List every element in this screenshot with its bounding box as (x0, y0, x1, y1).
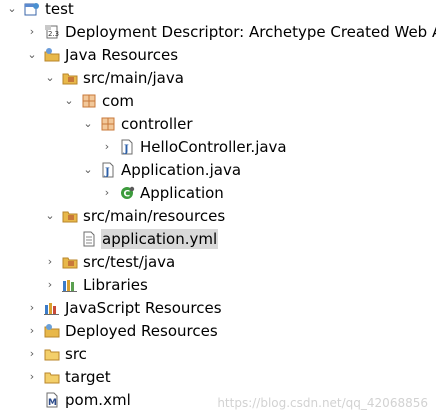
javascript-resources-icon (44, 300, 60, 316)
java-file-icon: J (100, 162, 116, 178)
tree-item-test[interactable]: ⌄ test (0, 0, 436, 20)
libraries-icon (62, 277, 78, 293)
chevron-right-icon[interactable]: › (26, 296, 38, 319)
tree-item-src[interactable]: › src (0, 342, 436, 365)
project-explorer-tree: ⌄ test › 2.3 Deployment Descriptor: Arch… (0, 0, 436, 418)
tree-item-label: pom.xml (65, 390, 131, 409)
tree-item-application-java[interactable]: ⌄ J Application.java (0, 158, 436, 181)
java-file-icon: J (119, 139, 135, 155)
chevron-down-icon[interactable]: ⌄ (82, 112, 94, 135)
source-folder-icon (62, 254, 78, 270)
chevron-right-icon[interactable]: › (26, 20, 38, 43)
folder-icon (44, 346, 60, 362)
tree-item-src-main-java[interactable]: ⌄ src/main/java (0, 66, 436, 89)
svg-text:C: C (124, 189, 131, 199)
chevron-down-icon[interactable]: ⌄ (44, 204, 56, 227)
deployment-descriptor-icon: 2.3 (44, 24, 60, 40)
tree-item-src-test-java[interactable]: › src/test/java (0, 250, 436, 273)
tree-item-java-resources[interactable]: ⌄ Java Resources (0, 43, 436, 66)
chevron-down-icon[interactable]: ⌄ (44, 66, 56, 89)
tree-item-deployed-resources[interactable]: › Deployed Resources (0, 319, 436, 342)
tree-item-label: Application.java (121, 160, 242, 179)
chevron-right-icon[interactable]: › (101, 135, 113, 158)
tree-item-libraries[interactable]: › Libraries (0, 273, 436, 296)
chevron-down-icon[interactable]: ⌄ (82, 158, 94, 181)
chevron-right-icon[interactable]: › (26, 342, 38, 365)
tree-item-label: src/test/java (83, 252, 176, 271)
tree-item-label: Deployed Resources (65, 321, 218, 340)
tree-item-label: Deployment Descriptor: Archetype Created… (65, 22, 436, 41)
package-icon (81, 93, 97, 109)
watermark: https://blog.csdn.net/qq_42068856 (217, 396, 428, 410)
folder-icon (44, 369, 60, 385)
svg-text:J: J (123, 144, 129, 155)
chevron-right-icon[interactable]: › (26, 319, 38, 342)
tree-item-label: Libraries (83, 275, 148, 294)
tree-item-hellocontroller-java[interactable]: › J HelloController.java (0, 135, 436, 158)
tree-item-label: Java Resources (65, 45, 179, 64)
class-icon: C (119, 185, 135, 201)
tree-item-controller[interactable]: ⌄ controller (0, 112, 436, 135)
tree-item-deployment-descriptor[interactable]: › 2.3 Deployment Descriptor: Archetype C… (0, 20, 436, 43)
chevron-right-icon[interactable]: › (26, 365, 38, 388)
source-folder-icon (62, 70, 78, 86)
maven-pom-icon: M (44, 392, 60, 408)
tree-item-label: application.yml (101, 228, 219, 249)
tree-item-application-class[interactable]: › C Application (0, 181, 436, 204)
tree-item-application-yml[interactable]: application.yml (0, 227, 436, 250)
package-icon (100, 116, 116, 132)
tree-item-label: com (102, 91, 135, 110)
tree-item-target[interactable]: › target (0, 365, 436, 388)
tree-item-src-main-resources[interactable]: ⌄ src/main/resources (0, 204, 436, 227)
svg-text:J: J (104, 167, 110, 178)
web-project-icon (24, 1, 40, 17)
svg-text:M: M (48, 398, 57, 408)
chevron-down-icon[interactable]: ⌄ (6, 0, 18, 20)
svg-text:2.3: 2.3 (48, 30, 59, 38)
tree-item-label: src (65, 344, 87, 363)
deployed-resources-icon (44, 323, 60, 339)
text-file-icon (81, 231, 97, 247)
java-resources-icon (44, 47, 60, 63)
tree-item-label: Application (140, 183, 224, 202)
tree-item-label: test (45, 0, 74, 18)
chevron-down-icon[interactable]: ⌄ (63, 89, 75, 112)
tree-item-label: HelloController.java (140, 137, 287, 156)
chevron-right-icon[interactable]: › (101, 181, 113, 204)
tree-item-label: src/main/java (83, 68, 184, 87)
chevron-right-icon[interactable]: › (44, 250, 56, 273)
tree-item-label: src/main/resources (83, 206, 226, 225)
chevron-right-icon[interactable]: › (44, 273, 56, 296)
source-folder-icon (62, 208, 78, 224)
tree-item-label: controller (121, 114, 193, 133)
chevron-down-icon[interactable]: ⌄ (26, 43, 38, 66)
tree-item-label: JavaScript Resources (65, 298, 222, 317)
tree-item-com[interactable]: ⌄ com (0, 89, 436, 112)
tree-item-label: target (65, 367, 111, 386)
tree-item-javascript-resources[interactable]: › JavaScript Resources (0, 296, 436, 319)
